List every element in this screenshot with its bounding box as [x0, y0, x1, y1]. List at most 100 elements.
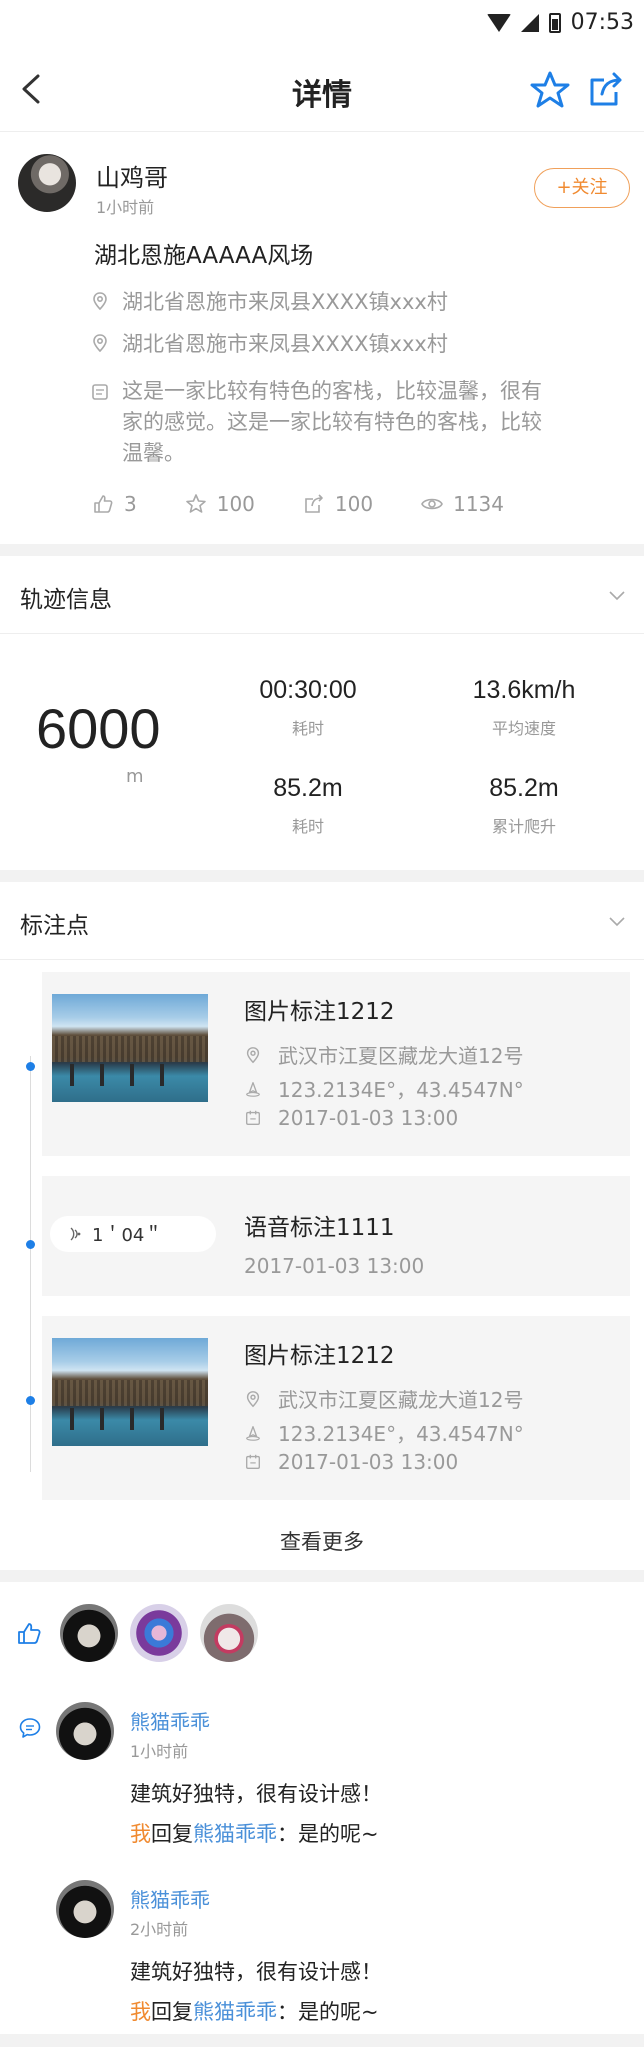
chevron-down-icon[interactable]: [608, 912, 626, 930]
location-row: 湖北省恩施市来凤县XXXX镇xxx村: [90, 328, 448, 358]
like-count: 3: [124, 492, 137, 516]
view-count: 1134: [453, 492, 505, 516]
liker-avatar[interactable]: [60, 1604, 118, 1662]
comment-text: 建筑好独特，很有设计感！: [130, 1960, 382, 1984]
mark-time-row: 2017-01-03 13:00: [244, 1106, 458, 1130]
favorite-stat[interactable]: 100: [185, 492, 255, 516]
location-text: 湖北省恩施市来凤县XXXX镇xxx村: [122, 290, 448, 314]
calendar-icon: [246, 1454, 260, 1469]
marks-section-title: 标注点: [20, 913, 89, 939]
eye-icon: [421, 498, 444, 510]
compass-icon: [246, 1425, 260, 1441]
mark-thumbnail[interactable]: [52, 1338, 208, 1446]
mark-thumbnail[interactable]: [52, 994, 208, 1102]
metric-duration: 00:30:00 耗时: [218, 676, 398, 739]
mark-coords-row: 123.2134E°，43.4547N°: [244, 1074, 524, 1103]
compass-icon: [246, 1081, 260, 1097]
mark-time: 2017-01-03 13:00: [278, 1106, 459, 1130]
commenter-name[interactable]: 熊猫乖乖: [130, 1884, 210, 1913]
description-text: 这是一家比较有特色的客栈，比较温馨，很有家的感觉。这是一家比较有特色的客栈，比较…: [122, 379, 542, 465]
location-row: 湖北省恩施市来凤县XXXX镇xxx村: [90, 286, 448, 316]
metric-duration-2: 85.2m 耗时: [218, 774, 398, 837]
comments-section: 熊猫乖乖 1小时前 建筑好独特，很有设计感！ 我回复熊猫乖乖：是的呢~ 熊猫乖乖…: [0, 1582, 644, 2034]
status-time: 07:53: [570, 10, 634, 35]
distance-unit: m: [126, 766, 144, 787]
mark-title: 图片标注1212: [244, 1343, 395, 1369]
metric-avg-speed: 13.6km/h 平均速度: [434, 676, 614, 739]
metric-label: 平均速度: [491, 719, 556, 738]
likers-row: [16, 1604, 258, 1662]
track-section-header[interactable]: 轨迹信息: [0, 556, 644, 634]
comment-time: 1小时前: [130, 1742, 189, 1761]
location-pin-icon: [93, 334, 107, 353]
post-stats: 3 100 100 1134: [92, 492, 552, 516]
mark-title: 语音标注1111: [244, 1215, 395, 1241]
metric-value: 00:30:00: [259, 676, 357, 704]
post-description: 这是一家比较有特色的客栈，比较温馨，很有家的感觉。这是一家比较有特色的客栈，比较…: [90, 376, 550, 469]
nav-bar: 详情: [0, 46, 644, 132]
comment-item: 熊猫乖乖 2小时前 建筑好独特，很有设计感！ 我回复熊猫乖乖：是的呢~: [0, 1880, 644, 2040]
comment-reply[interactable]: 我回复熊猫乖乖：是的呢~: [130, 1818, 379, 1848]
timeline-line: [30, 1056, 31, 1472]
mark-title: 图片标注1212: [244, 999, 395, 1025]
comment-reply[interactable]: 我回复熊猫乖乖：是的呢~: [130, 1996, 379, 2026]
location-pin-icon: [93, 292, 107, 311]
chevron-down-icon[interactable]: [608, 586, 626, 604]
favorite-count: 100: [216, 492, 255, 516]
reply-text: ：是的呢~: [277, 2000, 379, 2024]
mark-time-row: 2017-01-03 13:00: [244, 1254, 424, 1278]
reply-target[interactable]: 熊猫乖乖: [193, 2000, 277, 2024]
view-more-button[interactable]: 查看更多: [0, 1526, 644, 1556]
timeline-dot: [26, 1240, 35, 1249]
mark-address-row: 武汉市江夏区藏龙大道12号: [244, 1040, 523, 1069]
reply-word: 回复: [151, 1822, 193, 1846]
author-name[interactable]: 山鸡哥: [96, 158, 168, 193]
like-stat[interactable]: 3: [92, 492, 137, 516]
favorite-star-icon[interactable]: [530, 70, 570, 110]
location-pin-icon: [246, 1046, 260, 1063]
image-mark-card[interactable]: 图片标注1212 武汉市江夏区藏龙大道12号 123.2134E°，43.454…: [42, 1316, 630, 1500]
comment-item: 熊猫乖乖 1小时前 建筑好独特，很有设计感！ 我回复熊猫乖乖：是的呢~: [0, 1702, 644, 1862]
metric-value: 13.6km/h: [472, 676, 576, 704]
share-icon[interactable]: [586, 70, 626, 110]
metric-value: 85.2m: [273, 774, 343, 802]
star-icon: [185, 494, 206, 513]
mark-time: 2017-01-03 13:00: [244, 1254, 425, 1278]
reply-author: 我: [130, 1822, 151, 1846]
share-icon: [305, 494, 323, 513]
liker-avatar[interactable]: [130, 1604, 188, 1662]
metric-value: 85.2m: [489, 774, 559, 802]
location-text: 湖北省恩施市来凤县XXXX镇xxx村: [122, 332, 448, 356]
mark-time: 2017-01-03 13:00: [278, 1450, 459, 1474]
thumbs-up-icon[interactable]: [16, 1620, 42, 1646]
commenter-avatar[interactable]: [56, 1880, 114, 1938]
track-section-title: 轨迹信息: [20, 587, 112, 613]
comment-text: 建筑好独特，很有设计感！: [130, 1782, 382, 1806]
metric-label: 耗时: [291, 719, 324, 738]
liker-avatar[interactable]: [200, 1604, 258, 1662]
mark-address: 武汉市江夏区藏龙大道12号: [278, 1388, 524, 1412]
marks-section-header[interactable]: 标注点: [0, 882, 644, 960]
commenter-avatar[interactable]: [56, 1702, 114, 1760]
author-avatar[interactable]: [18, 154, 76, 212]
commenter-name[interactable]: 熊猫乖乖: [130, 1706, 210, 1735]
mark-address-row: 武汉市江夏区藏龙大道12号: [244, 1384, 523, 1413]
image-mark-card[interactable]: 图片标注1212 武汉市江夏区藏龙大道12号 123.2134E°，43.454…: [42, 972, 630, 1156]
post-card: 山鸡哥 1小时前 +关注 湖北恩施AAAAA风场 湖北省恩施市来凤县XXXX镇x…: [0, 132, 644, 544]
share-count: 100: [334, 492, 374, 516]
post-title: 湖北恩施AAAAA风场: [94, 243, 314, 269]
voice-player[interactable]: 1＇04＂: [50, 1216, 216, 1252]
note-icon: [92, 384, 108, 400]
reply-target[interactable]: 熊猫乖乖: [193, 1822, 277, 1846]
timeline-dot: [26, 1062, 35, 1071]
follow-button[interactable]: +关注: [534, 168, 630, 208]
reply-author: 我: [130, 2000, 151, 2024]
divider: [0, 544, 644, 556]
voice-mark-card[interactable]: 1＇04＂ 语音标注1111 2017-01-03 13:00: [42, 1176, 630, 1296]
view-stat: 1134: [421, 492, 504, 516]
metric-label: 累计爬升: [491, 817, 556, 836]
calendar-icon: [246, 1110, 260, 1125]
mark-address: 武汉市江夏区藏龙大道12号: [278, 1044, 524, 1068]
share-stat[interactable]: 100: [303, 492, 373, 516]
divider: [0, 1570, 644, 1582]
